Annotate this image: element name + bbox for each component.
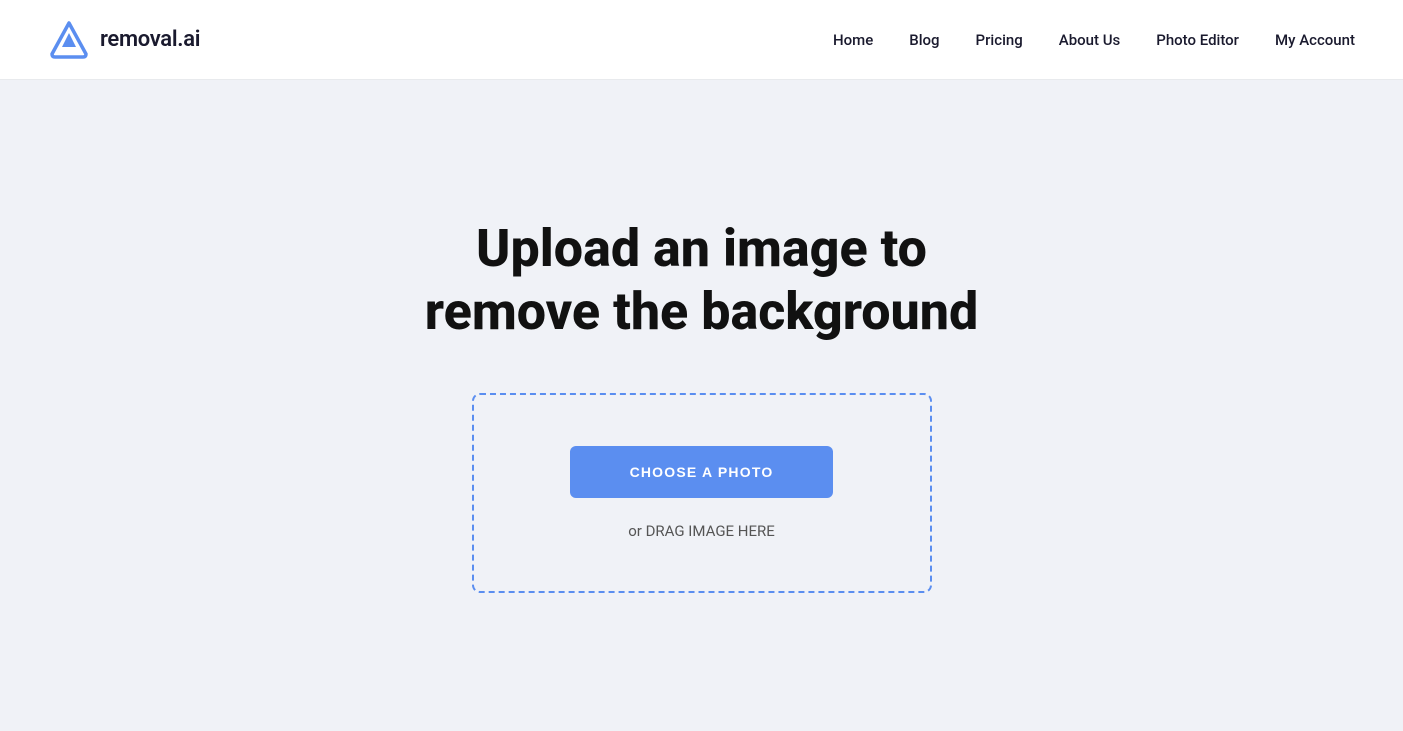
- triangle-logo-icon: [48, 19, 90, 61]
- nav-about[interactable]: About Us: [1059, 31, 1121, 49]
- site-header: removal.ai Home Blog Pricing About Us Ph…: [0, 0, 1403, 80]
- upload-dropzone[interactable]: CHOOSE A PHOTO or DRAG IMAGE HERE: [472, 393, 932, 593]
- logo-link[interactable]: removal.ai: [48, 19, 200, 61]
- main-nav: Home Blog Pricing About Us Photo Editor …: [833, 31, 1355, 49]
- page-headline: Upload an image to remove the background: [402, 218, 1002, 343]
- nav-blog[interactable]: Blog: [909, 31, 939, 49]
- nav-pricing[interactable]: Pricing: [976, 31, 1023, 49]
- choose-photo-button[interactable]: CHOOSE A PHOTO: [570, 446, 834, 498]
- nav-photo-editor[interactable]: Photo Editor: [1156, 31, 1239, 49]
- nav-home[interactable]: Home: [833, 31, 873, 49]
- logo-text: removal.ai: [100, 27, 200, 52]
- main-content: Upload an image to remove the background…: [0, 80, 1403, 731]
- nav-my-account[interactable]: My Account: [1275, 31, 1355, 49]
- drag-hint-text: or DRAG IMAGE HERE: [628, 522, 775, 540]
